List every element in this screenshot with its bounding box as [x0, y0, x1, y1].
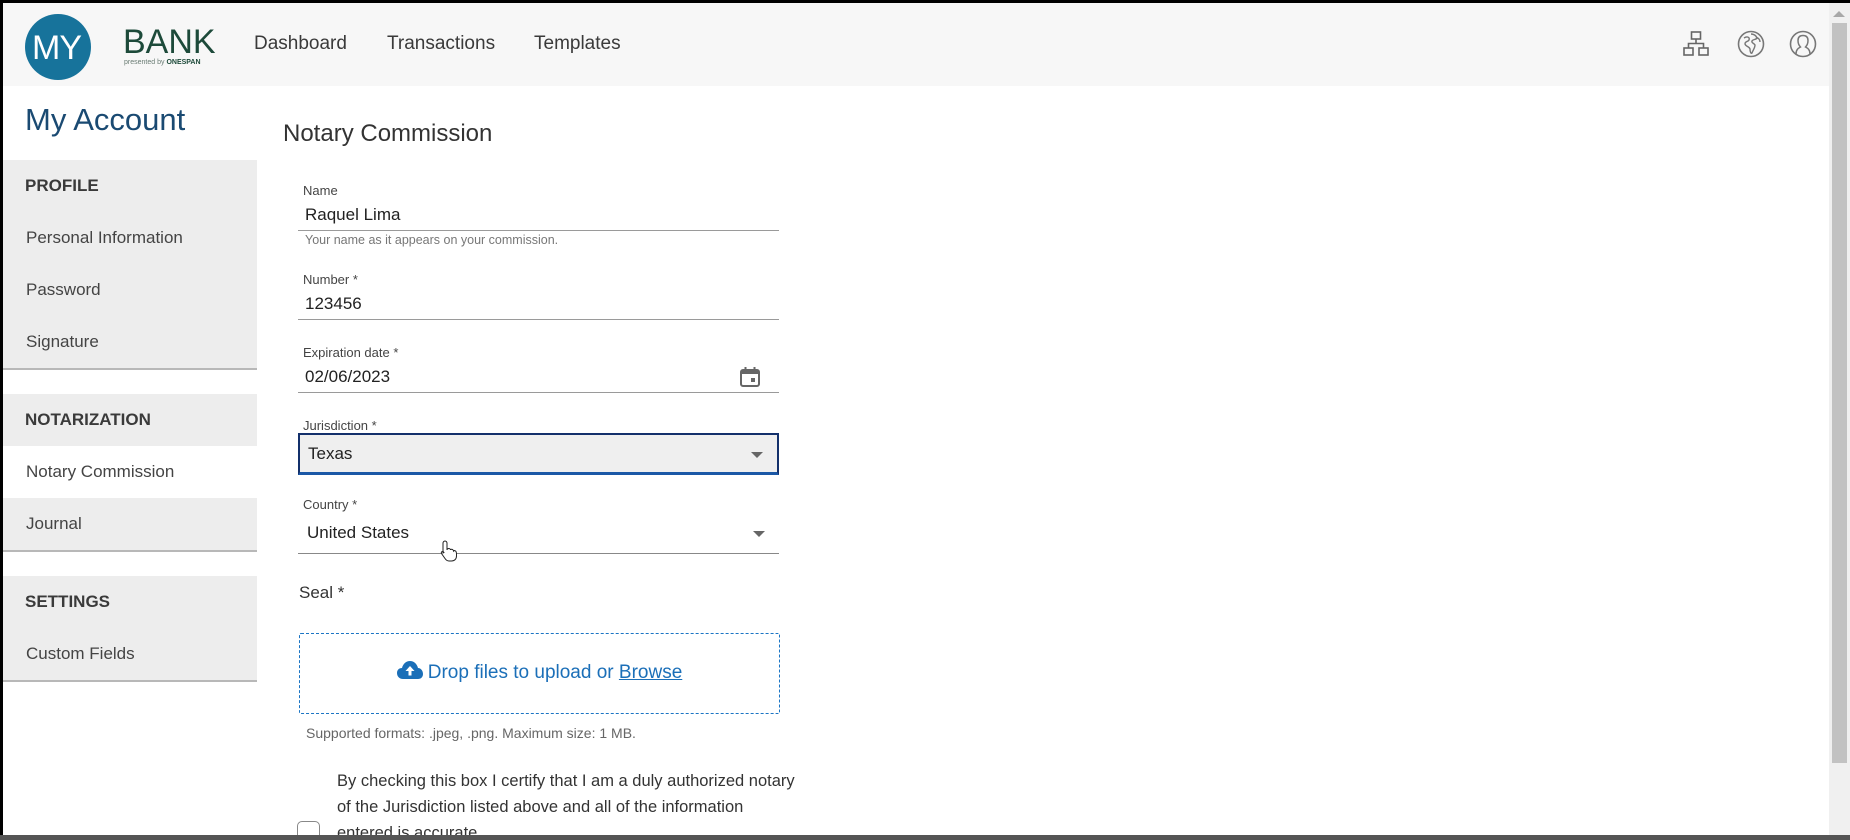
sidebar-group-settings: SETTINGS Custom Fields	[3, 576, 257, 682]
sidebar-heading-profile: PROFILE	[25, 176, 99, 195]
jurisdiction-select[interactable]: Texas	[298, 433, 779, 475]
number-input[interactable]: 123456	[298, 287, 779, 320]
vertical-scrollbar[interactable]	[1829, 3, 1850, 835]
page-title: Notary Commission	[283, 120, 493, 147]
jurisdiction-value: Texas	[308, 444, 353, 463]
number-field-group: Number * 123456	[298, 272, 779, 320]
sitemap-icon[interactable]	[1681, 29, 1711, 59]
sidebar-item-journal[interactable]: Journal	[3, 498, 257, 550]
expiration-label: Expiration date *	[303, 345, 399, 360]
bottom-border	[0, 835, 1850, 840]
number-label: Number *	[303, 272, 358, 287]
expiration-input[interactable]: 02/06/2023	[298, 360, 779, 393]
supported-formats-text: Supported formats: .jpeg, .png. Maximum …	[306, 725, 636, 741]
logo-bank-text: BANK	[123, 23, 216, 61]
certify-text: By checking this box I certify that I am…	[337, 772, 795, 835]
name-label: Name	[303, 183, 338, 198]
logo-subtitle: presented by ONESPAN	[124, 59, 201, 66]
country-label: Country *	[303, 497, 358, 512]
chevron-down-icon	[753, 530, 765, 537]
seal-upload-dropzone[interactable]: Drop files to upload or Browse	[299, 633, 780, 714]
chevron-down-icon	[751, 451, 763, 458]
sidebar-heading-settings: SETTINGS	[25, 592, 111, 611]
nav-templates[interactable]: Templates	[534, 33, 621, 55]
scroll-up-arrow-icon[interactable]	[1833, 11, 1845, 17]
sidebar-group-profile: PROFILE Personal Information Password Si…	[3, 160, 257, 370]
cloud-upload-icon	[396, 661, 423, 679]
certify-checkbox[interactable]	[297, 821, 320, 835]
jurisdiction-label: Jurisdiction *	[303, 418, 377, 433]
name-help-text: Your name as it appears on your commissi…	[305, 233, 559, 247]
nav-dashboard[interactable]: Dashboard	[254, 33, 347, 55]
browse-link[interactable]: Browse	[619, 662, 682, 683]
name-input[interactable]: Raquel Lima	[298, 198, 779, 231]
mybank-logo[interactable]: MY BANK presented by ONESPAN	[23, 13, 216, 83]
calendar-icon[interactable]	[739, 366, 761, 388]
sidebar-heading-notarization: NOTARIZATION	[25, 410, 151, 429]
expiration-value: 02/06/2023	[305, 367, 391, 386]
country-select[interactable]: United States	[298, 512, 779, 554]
nav-transactions[interactable]: Transactions	[387, 33, 495, 55]
drop-files-text: Drop files to upload or	[427, 662, 619, 683]
sidebar-group-notarization: NOTARIZATION Notary Commission Journal	[3, 394, 257, 552]
top-header: MY BANK presented by ONESPAN Dashboard T…	[3, 3, 1829, 86]
globe-icon[interactable]	[1736, 29, 1766, 59]
expiration-field-group: Expiration date * 02/06/2023	[298, 345, 779, 393]
user-profile-icon[interactable]	[1788, 29, 1818, 59]
scroll-thumb[interactable]	[1832, 23, 1847, 763]
app-window: MY BANK presented by ONESPAN Dashboard T…	[3, 3, 1850, 835]
logo-onespan: ONESPAN	[166, 59, 201, 66]
sidebar-item-signature[interactable]: Signature	[3, 316, 257, 368]
sidebar-item-personal-information[interactable]: Personal Information	[3, 212, 257, 264]
sidebar-item-custom-fields[interactable]: Custom Fields	[3, 628, 257, 680]
logo-presented-by: presented by	[124, 59, 165, 66]
country-value: United States	[307, 523, 410, 542]
seal-label: Seal *	[299, 583, 345, 602]
logo-my-text: MY	[32, 29, 82, 67]
name-field-group: Name Raquel Lima Your name as it appears…	[298, 183, 779, 247]
sidebar-item-notary-commission[interactable]: Notary Commission	[3, 446, 257, 498]
country-field-group: Country * United States	[298, 497, 779, 554]
sidebar-item-password[interactable]: Password	[3, 264, 257, 316]
hand-pointer-cursor-icon	[440, 540, 457, 562]
sidebar-title: My Account	[25, 102, 186, 137]
jurisdiction-field-group: Jurisdiction * Texas	[298, 418, 779, 475]
